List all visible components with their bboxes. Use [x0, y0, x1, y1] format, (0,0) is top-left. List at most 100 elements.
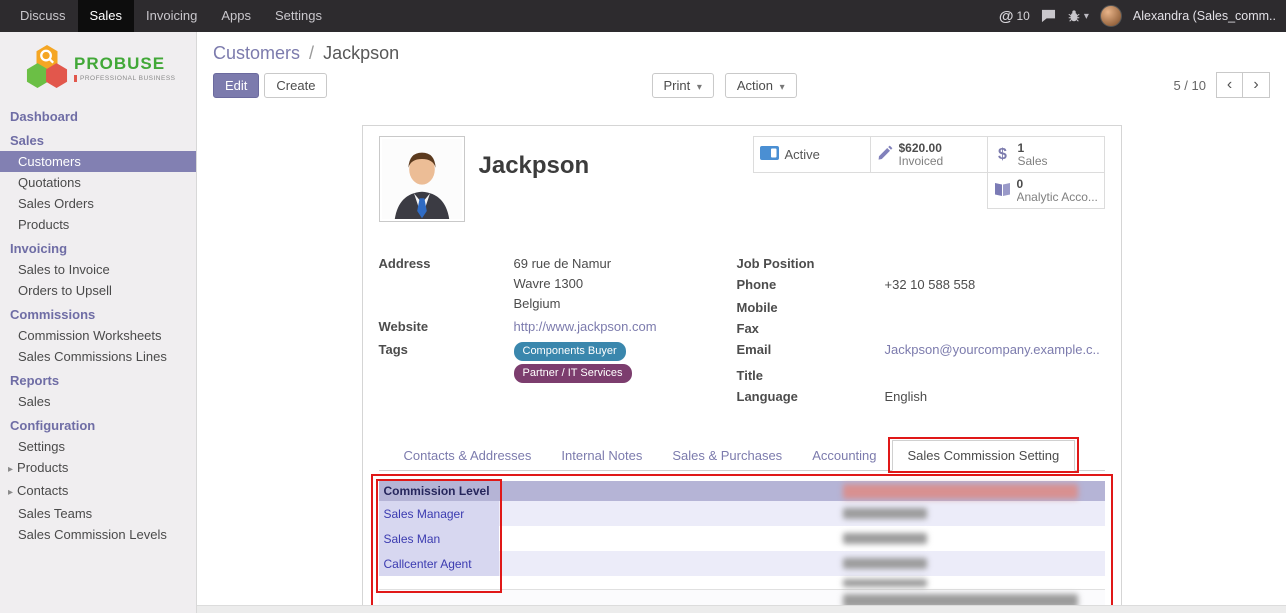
sidebar-item-sales-teams[interactable]: Sales Teams	[0, 503, 196, 524]
edit-button[interactable]: Edit	[213, 73, 259, 98]
main-content: Customers / Jackpson Edit Create Print ▾…	[197, 32, 1286, 613]
tab-contacts-addresses[interactable]: Contacts & Addresses	[389, 441, 547, 470]
control-panel-buttons: Edit Create Print ▾ Action ▾ 5 / 10 ‹	[213, 71, 1270, 99]
cell-commission-level: Callcenter Agent	[379, 551, 499, 576]
sidebar-heading-sales[interactable]: Sales	[0, 127, 196, 151]
address-line-2[interactable]: Wavre 1300	[514, 276, 612, 292]
sidebar-item-customers[interactable]: Customers	[0, 151, 196, 172]
logo-subtitle: PROFESSIONAL BUSINESS	[74, 75, 176, 82]
table-row[interactable]	[379, 576, 1105, 589]
print-label: Print	[663, 78, 690, 93]
address-label: Address	[379, 256, 514, 312]
sidebar-heading-commissions[interactable]: Commissions	[0, 301, 196, 325]
caret-down-icon: ▾	[780, 82, 785, 93]
active-stat-button[interactable]: Active	[753, 136, 871, 173]
sidebar-item-products[interactable]: Products	[0, 214, 196, 235]
sidebar-item-config-contacts[interactable]: ▸Contacts	[0, 480, 196, 503]
sheet-area: Jackpson Active	[197, 107, 1286, 605]
pager-previous-button[interactable]: ‹	[1216, 72, 1243, 98]
redacted-content	[843, 579, 927, 587]
cell-commission-level: Sales Man	[379, 526, 499, 551]
pencil-icon	[877, 145, 893, 164]
pager-next-button[interactable]: ›	[1243, 72, 1270, 98]
create-button[interactable]: Create	[264, 73, 327, 98]
tag-components-buyer[interactable]: Components Buyer	[514, 342, 626, 361]
email-link[interactable]: Jackpson@yourcompany.example.c..	[885, 342, 1100, 358]
sidebar-heading-dashboard[interactable]: Dashboard	[0, 103, 196, 127]
sidebar: PROBUSE PROFESSIONAL BUSINESS Dashboard …	[0, 32, 197, 613]
tags-label: Tags	[379, 342, 514, 383]
caret-down-icon: ▾	[697, 82, 702, 93]
website-link[interactable]: http://www.jackpson.com	[514, 319, 657, 335]
sidebar-item-sales-orders[interactable]: Sales Orders	[0, 193, 196, 214]
mobile-label: Mobile	[737, 300, 885, 316]
active-toggle-icon	[760, 146, 779, 163]
menu-discuss[interactable]: Discuss	[8, 0, 78, 32]
table-footer-row	[379, 589, 1105, 605]
tab-internal-notes[interactable]: Internal Notes	[546, 441, 657, 470]
breadcrumb-separator: /	[309, 43, 314, 63]
topbar: Discuss Sales Invoicing Apps Settings @ …	[0, 0, 1286, 32]
table-row[interactable]: Callcenter Agent	[379, 551, 1105, 576]
customer-photo[interactable]	[379, 136, 465, 222]
invoiced-label: Invoiced	[899, 155, 944, 168]
language-value[interactable]: English	[885, 389, 928, 405]
breadcrumb-customers-link[interactable]: Customers	[213, 43, 300, 63]
tab-sales-purchases[interactable]: Sales & Purchases	[657, 441, 797, 470]
sidebar-item-sales-commissions-lines[interactable]: Sales Commissions Lines	[0, 346, 196, 367]
tab-accounting[interactable]: Accounting	[797, 441, 891, 470]
pager-counter: 5 / 10	[1173, 78, 1206, 93]
sidebar-item-sales-commission-levels[interactable]: Sales Commission Levels	[0, 524, 196, 545]
topbar-right: @ 10 ▾ Alexandra (Sales_comm..	[999, 5, 1286, 27]
phone-value[interactable]: +32 10 588 558	[885, 277, 976, 293]
sidebar-item-quotations[interactable]: Quotations	[0, 172, 196, 193]
address-line-1[interactable]: 69 rue de Namur	[514, 256, 612, 272]
mention-count: 10	[1016, 9, 1029, 23]
tab-sales-commission-setting[interactable]: Sales Commission Setting	[892, 440, 1076, 471]
menu-settings[interactable]: Settings	[263, 0, 334, 32]
caret-down-icon: ▾	[1084, 11, 1089, 22]
title-label: Title	[737, 368, 885, 384]
sidebar-item-commission-worksheets[interactable]: Commission Worksheets	[0, 325, 196, 346]
column-header-commission-level[interactable]: Commission Level	[379, 481, 499, 501]
ledger-icon	[994, 182, 1011, 200]
print-dropdown-button[interactable]: Print ▾	[651, 73, 713, 98]
sidebar-item-label: Products	[17, 460, 68, 475]
website-label: Website	[379, 319, 514, 335]
invoiced-stat-button[interactable]: $620.00 Invoiced	[870, 136, 988, 173]
tag-partner-it-services[interactable]: Partner / IT Services	[514, 364, 632, 383]
sidebar-item-config-products[interactable]: ▸Products	[0, 457, 196, 480]
phone-label: Phone	[737, 277, 885, 293]
user-avatar[interactable]	[1100, 5, 1122, 27]
sidebar-heading-reports[interactable]: Reports	[0, 367, 196, 391]
action-dropdown-button[interactable]: Action ▾	[725, 73, 797, 98]
active-label: Active	[785, 147, 820, 162]
chevron-right-icon: ▸	[8, 487, 13, 498]
analytic-accounts-stat-button[interactable]: 0 Analytic Acco...	[987, 172, 1105, 209]
action-label: Action	[737, 78, 773, 93]
redacted-content	[843, 508, 927, 519]
fax-label: Fax	[737, 321, 885, 337]
address-line-3[interactable]: Belgium	[514, 296, 612, 312]
sidebar-item-sales-to-invoice[interactable]: Sales to Invoice	[0, 259, 196, 280]
breadcrumb-current: Jackpson	[323, 43, 399, 63]
table-row[interactable]: Sales Manager	[379, 501, 1105, 526]
debug-menu-button[interactable]: ▾	[1067, 9, 1089, 23]
menu-sales[interactable]: Sales	[78, 0, 135, 32]
breadcrumb: Customers / Jackpson	[213, 41, 1270, 65]
sidebar-item-settings[interactable]: Settings	[0, 436, 196, 457]
sidebar-heading-configuration[interactable]: Configuration	[0, 412, 196, 436]
mention-counter[interactable]: @ 10	[999, 8, 1030, 25]
dollar-icon: $	[994, 146, 1012, 164]
user-name[interactable]: Alexandra (Sales_comm..	[1133, 9, 1276, 23]
menu-apps[interactable]: Apps	[209, 0, 263, 32]
sidebar-item-reports-sales[interactable]: Sales	[0, 391, 196, 412]
menu-invoicing[interactable]: Invoicing	[134, 0, 209, 32]
sidebar-heading-invoicing[interactable]: Invoicing	[0, 235, 196, 259]
sales-stat-button[interactable]: $ 1 Sales	[987, 136, 1105, 173]
topbar-menus: Discuss Sales Invoicing Apps Settings	[8, 0, 334, 32]
sidebar-item-orders-to-upsell[interactable]: Orders to Upsell	[0, 280, 196, 301]
at-icon: @	[999, 8, 1014, 25]
messages-icon[interactable]	[1041, 9, 1056, 23]
table-row[interactable]: Sales Man	[379, 526, 1105, 551]
